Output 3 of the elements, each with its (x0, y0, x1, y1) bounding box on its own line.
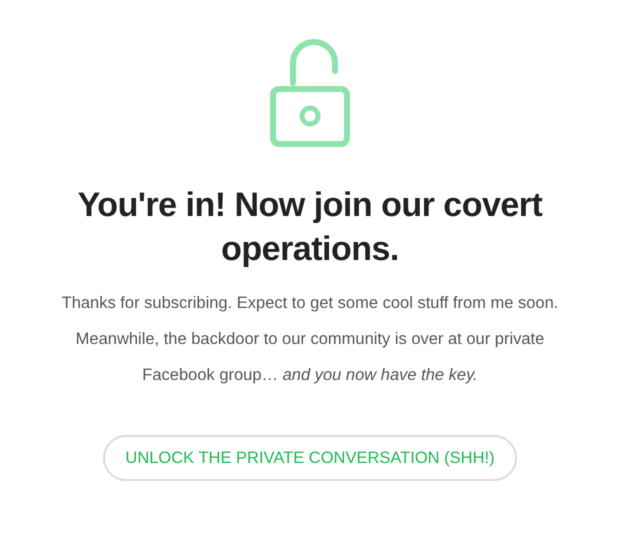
heading: You're in! Now join our covert operations. (76, 185, 544, 270)
message-paragraph: Thanks for subscribing. Expect to get some cool stuff from me soon. Meanwhile, the backdoor to our community is over at our private Facebook group… and you now have the key. (60, 293, 560, 386)
unlock-conversation-button[interactable]: UNLOCK THE PRIVATE CONVERSATION (SHH!) (103, 435, 517, 481)
